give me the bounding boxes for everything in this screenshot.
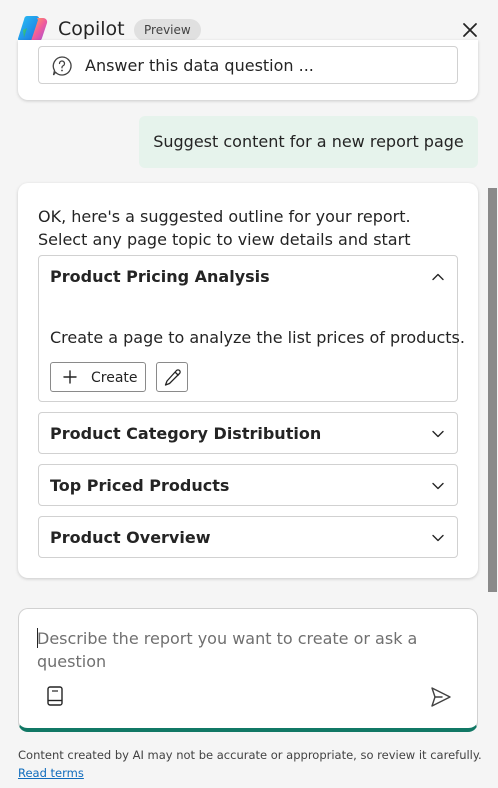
topic-product-pricing-analysis[interactable]: Product Pricing Analysis Create a page t… — [38, 255, 465, 402]
ai-disclaimer: Content created by AI may not be accurat… — [18, 748, 482, 762]
topic-title: Product Category Distribution — [50, 424, 322, 443]
suggestion-text: Answer this data question ... — [85, 56, 314, 75]
scrollbar-thumb[interactable] — [488, 188, 497, 592]
create-page-button[interactable]: Create — [50, 362, 146, 392]
chevron-down-icon[interactable] — [431, 427, 445, 441]
send-icon[interactable] — [429, 685, 453, 709]
topic-title: Product Overview — [50, 528, 211, 547]
topic-title: Product Pricing Analysis — [50, 267, 270, 286]
topic-product-overview[interactable]: Product Overview — [38, 516, 458, 558]
topic-product-category-distribution[interactable]: Product Category Distribution — [38, 412, 458, 454]
chat-input[interactable] — [37, 627, 457, 677]
plus-icon — [63, 370, 77, 384]
topic-top-priced-products[interactable]: Top Priced Products — [38, 464, 458, 506]
prompt-guide-icon[interactable] — [45, 685, 65, 707]
previous-message-card: Answer this data question ... — [18, 40, 478, 100]
suggestion-chip[interactable]: Answer this data question ... — [38, 46, 458, 84]
chevron-down-icon[interactable] — [431, 531, 445, 545]
topic-title: Top Priced Products — [50, 476, 230, 495]
question-bubble-icon — [52, 56, 72, 76]
close-icon[interactable] — [460, 20, 480, 40]
chevron-down-icon[interactable] — [431, 479, 445, 493]
chevron-up-icon[interactable] — [431, 270, 445, 284]
read-terms-link[interactable]: Read terms — [18, 766, 84, 781]
edit-button[interactable] — [156, 362, 188, 392]
app-title: Copilot — [58, 18, 125, 40]
chat-input-box — [18, 608, 478, 732]
pencil-icon — [164, 369, 181, 386]
user-message: Suggest content for a new report page — [139, 116, 478, 168]
preview-badge: Preview — [134, 19, 201, 41]
create-label: Create — [91, 370, 138, 386]
ai-response-card: OK, here's a suggested outline for your … — [18, 183, 478, 578]
text-caret — [37, 628, 38, 648]
topic-description: Create a page to analyze the list prices… — [50, 328, 465, 347]
